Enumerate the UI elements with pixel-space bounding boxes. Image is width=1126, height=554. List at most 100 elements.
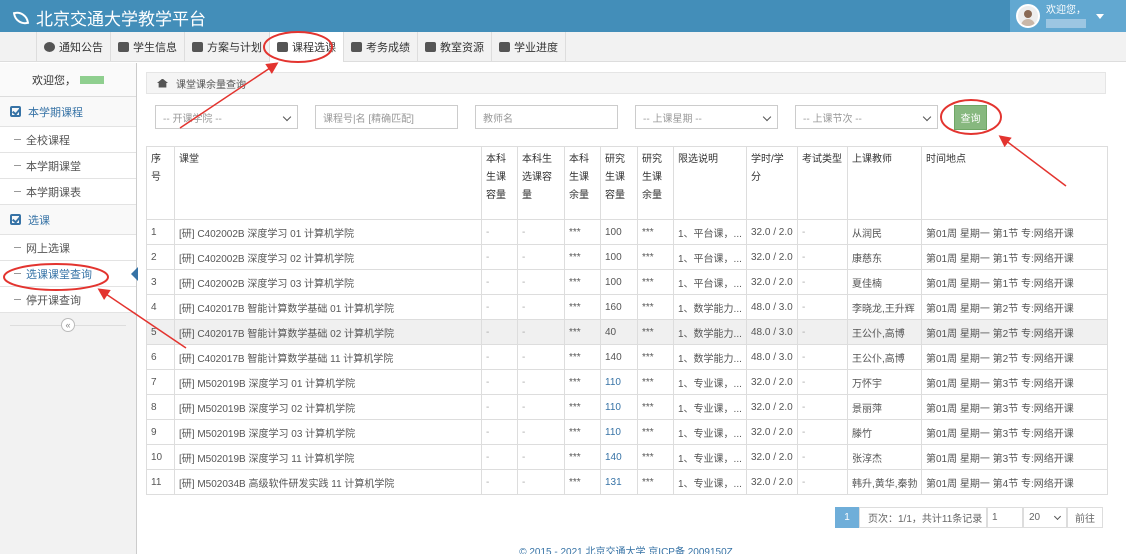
table-cell: [研] M502019B 深度学习 11 计算机学院 bbox=[174, 444, 482, 470]
table-row[interactable]: 10 [研] M502019B 深度学习 11 计算机学院 - - *** 140 *** 1… bbox=[146, 444, 1108, 470]
table-cell: - bbox=[481, 244, 518, 270]
table-cell: 1、数学能力... bbox=[673, 294, 747, 320]
go-button[interactable]: 前往 bbox=[1067, 507, 1103, 528]
table-cell: 100 bbox=[600, 269, 638, 295]
sidebar-collapse-button[interactable]: « bbox=[0, 313, 136, 337]
table-cell: [研] C402017B 智能计算数学基础 01 计算机学院 bbox=[174, 294, 482, 320]
table-cell: 第01周 星期一 第1节 专:网络开课 bbox=[921, 269, 1108, 295]
home-icon[interactable] bbox=[157, 78, 168, 88]
table-cell: 2 bbox=[146, 244, 175, 270]
nav-item-3[interactable]: 课程选课 bbox=[269, 32, 343, 62]
table-cell: [研] C402002B 深度学习 03 计算机学院 bbox=[174, 269, 482, 295]
nav-item-5[interactable]: 教室资源 bbox=[417, 32, 491, 62]
table-cell: [研] M502019B 深度学习 02 计算机学院 bbox=[174, 394, 482, 420]
table-row[interactable]: 1 [研] C402002B 深度学习 01 计算机学院 - - *** 100 *** 1、… bbox=[146, 219, 1108, 245]
table-cell: 140 bbox=[600, 444, 638, 470]
nav-item-label: 学业进度 bbox=[514, 42, 558, 54]
table-cell: - bbox=[517, 369, 565, 395]
table-cell: [研] C402017B 智能计算数学基础 02 计算机学院 bbox=[174, 319, 482, 345]
table-cell: [研] C402017B 智能计算数学基础 11 计算机学院 bbox=[174, 344, 482, 370]
table-cell: - bbox=[481, 294, 518, 320]
table-cell: - bbox=[481, 344, 518, 370]
sidebar: 欢迎您， 本学期课程 全校课程 本学期课堂 本学期课表 选课 网上选课 选课课堂查询 停开课查… bbox=[0, 63, 138, 554]
brand[interactable]: 北京交通大学教学平台 bbox=[12, 5, 206, 30]
nav-item-6[interactable]: 学业进度 bbox=[491, 32, 566, 62]
sidebar-group-1[interactable]: 选课 bbox=[0, 205, 136, 235]
table-cell: *** bbox=[637, 444, 674, 470]
nav-item-2[interactable]: 方案与计划 bbox=[184, 32, 269, 62]
column-header: 限选说明 bbox=[673, 146, 747, 220]
column-header: 时间地点 bbox=[921, 146, 1108, 220]
page-size-select[interactable]: 20 bbox=[1023, 507, 1067, 528]
table-row[interactable]: 7 [研] M502019B 深度学习 01 计算机学院 - - *** 110 *** 1、… bbox=[146, 369, 1108, 395]
nav-item-0[interactable]: 通知公告 bbox=[36, 32, 110, 62]
check-square-icon bbox=[10, 106, 21, 117]
table-cell: - bbox=[797, 244, 848, 270]
sidebar-group-0[interactable]: 本学期课程 bbox=[0, 97, 136, 127]
course-input[interactable]: 课程号|名 [精确匹配] bbox=[315, 105, 458, 129]
table-cell: 1、平台课，... bbox=[673, 244, 747, 270]
table-cell: *** bbox=[564, 419, 601, 445]
page-number-input[interactable]: 1 bbox=[987, 507, 1023, 528]
table-row[interactable]: 8 [研] M502019B 深度学习 02 计算机学院 - - *** 110 *** 1、… bbox=[146, 394, 1108, 420]
nav-item-1[interactable]: 学生信息 bbox=[110, 32, 184, 62]
nav-item-label: 教室资源 bbox=[440, 42, 484, 54]
sidebar-item-0-1[interactable]: 本学期课堂 bbox=[0, 153, 136, 179]
table-cell: *** bbox=[564, 394, 601, 420]
nav-item-label: 方案与计划 bbox=[207, 42, 262, 54]
table-cell: - bbox=[517, 444, 565, 470]
table-cell: - bbox=[481, 369, 518, 395]
table-row[interactable]: 11 [研] M502034B 高级软件研发实践 11 计算机学院 - - *** 131… bbox=[146, 469, 1108, 495]
table-cell: *** bbox=[637, 244, 674, 270]
query-button[interactable]: 查询 bbox=[954, 105, 987, 130]
sidebar-item-0-0[interactable]: 全校课程 bbox=[0, 127, 136, 153]
table-cell: 1 bbox=[146, 219, 175, 245]
column-header: 学时/学分 bbox=[746, 146, 798, 220]
table-cell: 32.0 / 2.0 bbox=[746, 469, 798, 495]
table-row[interactable]: 3 [研] C402002B 深度学习 03 计算机学院 - - *** 100 *** 1、… bbox=[146, 269, 1108, 295]
table-cell: - bbox=[481, 469, 518, 495]
table-cell: 第01周 星期一 第3节 专:网络开课 bbox=[921, 369, 1108, 395]
table-cell: - bbox=[517, 269, 565, 295]
table-cell: 160 bbox=[600, 294, 638, 320]
sidebar-item-1-1[interactable]: 选课课堂查询 bbox=[0, 261, 138, 287]
table-cell: 第01周 星期一 第2节 专:网络开课 bbox=[921, 344, 1108, 370]
table-cell: 从润民 bbox=[847, 219, 922, 245]
table-cell: 景丽萍 bbox=[847, 394, 922, 420]
chevron-down-icon bbox=[1096, 13, 1104, 19]
column-header: 序号 bbox=[146, 146, 175, 220]
sidebar-item-1-2[interactable]: 停开课查询 bbox=[0, 287, 136, 313]
table-row[interactable]: 9 [研] M502019B 深度学习 03 计算机学院 - - *** 110 *** 1、… bbox=[146, 419, 1108, 445]
table-cell: 1、平台课，... bbox=[673, 219, 747, 245]
table-cell: - bbox=[517, 344, 565, 370]
section-select[interactable]: -- 上课节次 -- bbox=[795, 105, 938, 129]
table-cell: - bbox=[797, 369, 848, 395]
table-cell: *** bbox=[564, 469, 601, 495]
table-cell: 32.0 / 2.0 bbox=[746, 394, 798, 420]
top-bar: 北京交通大学教学平台 欢迎您， bbox=[0, 0, 1126, 32]
table-cell: - bbox=[517, 319, 565, 345]
table-cell: - bbox=[797, 419, 848, 445]
page-current-button[interactable]: 1 bbox=[835, 507, 859, 528]
table-cell: - bbox=[481, 319, 518, 345]
table-cell: 滕竹 bbox=[847, 419, 922, 445]
table-row[interactable]: 6 [研] C402017B 智能计算数学基础 11 计算机学院 - - *** 140 *… bbox=[146, 344, 1108, 370]
teacher-input[interactable]: 教师名 bbox=[475, 105, 618, 129]
double-chevron-left-icon[interactable]: « bbox=[61, 318, 75, 332]
college-select[interactable]: -- 开课学院 -- bbox=[155, 105, 298, 129]
sidebar-item-1-0[interactable]: 网上选课 bbox=[0, 235, 136, 261]
weekday-select[interactable]: -- 上课星期 -- bbox=[635, 105, 778, 129]
table-cell: 夏佳楠 bbox=[847, 269, 922, 295]
table-row[interactable]: 4 [研] C402017B 智能计算数学基础 01 计算机学院 - - *** 160 *… bbox=[146, 294, 1108, 320]
table-row[interactable]: 2 [研] C402002B 深度学习 02 计算机学院 - - *** 100 *** 1、… bbox=[146, 244, 1108, 270]
sidebar-item-0-2[interactable]: 本学期课表 bbox=[0, 179, 136, 205]
nav-item-4[interactable]: 考务成绩 bbox=[343, 32, 417, 62]
table-cell: *** bbox=[637, 469, 674, 495]
table-cell: 10 bbox=[146, 444, 175, 470]
column-header: 本科生课余量 bbox=[564, 146, 601, 220]
user-menu[interactable]: 欢迎您， bbox=[1010, 0, 1126, 32]
table-row[interactable]: 5 [研] C402017B 智能计算数学基础 02 计算机学院 - - *** 40 **… bbox=[146, 319, 1108, 345]
table-cell: 第01周 星期一 第1节 专:网络开课 bbox=[921, 244, 1108, 270]
table-cell: - bbox=[517, 419, 565, 445]
table-cell: 11 bbox=[146, 469, 175, 495]
